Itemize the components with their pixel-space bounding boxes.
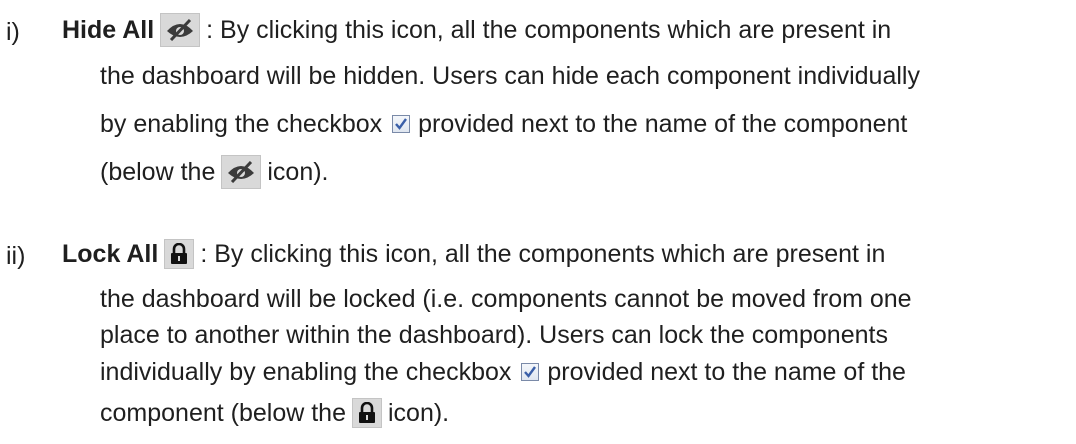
text-line: component (below the icon). (100, 396, 449, 430)
checkbox-checked-icon (392, 115, 411, 133)
description-text: (below the (100, 157, 216, 186)
list-marker: i) (6, 18, 20, 46)
term-hide-all: Hide All (62, 15, 155, 44)
description-text: : By clicking this icon, all the compone… (200, 239, 886, 268)
description-text: icon). (267, 157, 329, 186)
document-page: i) Hide All : By clicking this icon, all… (0, 0, 1076, 444)
description-text: provided next to the name of the (547, 357, 906, 386)
text-line: (below the icon). (100, 155, 329, 189)
term-lock-all: Lock All (62, 239, 159, 268)
description-text: : By clicking this icon, all the compone… (206, 15, 892, 44)
text-line: the dashboard will be hidden. Users can … (100, 59, 920, 93)
description-text: place to another within the dashboard). … (100, 320, 888, 349)
description-text: the dashboard will be locked (i.e. compo… (100, 284, 912, 313)
text-line: Lock All : By clicking this icon, all th… (62, 237, 885, 271)
text-line: by enabling the checkbox provided next t… (100, 107, 907, 141)
description-text: individually by enabling the checkbox (100, 357, 512, 386)
description-text: provided next to the name of the compone… (418, 109, 908, 138)
hide-eye-slash-icon (160, 13, 201, 47)
text-line: Hide All : By clicking this icon, all th… (62, 13, 891, 47)
description-text: icon). (387, 398, 450, 427)
text-line: individually by enabling the checkbox pr… (100, 355, 906, 389)
checkbox-checked-icon (521, 363, 540, 381)
padlock-icon (351, 398, 382, 428)
description-text: by enabling the checkbox (100, 109, 383, 138)
list-marker: ii) (6, 242, 26, 270)
text-line: place to another within the dashboard). … (100, 318, 888, 352)
hide-eye-slash-icon (221, 155, 262, 189)
description-text: the dashboard will be hidden. Users can … (100, 61, 920, 90)
padlock-icon (164, 239, 195, 269)
text-line: the dashboard will be locked (i.e. compo… (100, 282, 912, 316)
description-text: component (below the (100, 398, 346, 427)
